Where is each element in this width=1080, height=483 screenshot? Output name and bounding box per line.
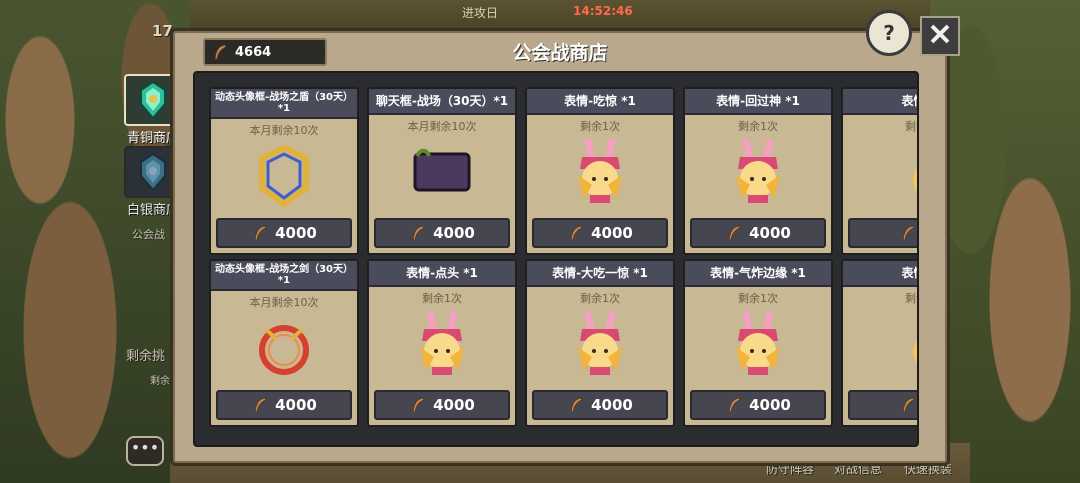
shop-item-card[interactable]: 表情-吃惊 *1 剩余1次 4000	[525, 87, 675, 255]
item-remaining: 本月剩余10次	[407, 120, 477, 133]
feather-currency-icon	[899, 224, 917, 242]
emote-recover-icon	[685, 134, 831, 210]
item-price-button[interactable]: 4	[848, 390, 917, 420]
item-price: 4000	[749, 396, 791, 414]
item-price-button[interactable]: 4000	[216, 390, 352, 420]
shop-item-card[interactable]: 表情-大吃一惊 *1 剩余1次 4000	[525, 259, 675, 427]
item-price: 4000	[433, 396, 475, 414]
emote-shocked-icon	[527, 306, 673, 382]
remaining-challenges-label: 剩余挑	[126, 349, 166, 364]
item-price-button[interactable]: 4000	[374, 390, 510, 420]
shop-item-card[interactable]: 表情- 剩余 4	[841, 87, 917, 255]
item-price-button[interactable]: 4000	[690, 218, 826, 248]
close-button[interactable]	[920, 16, 960, 56]
item-title: 表情-点头 *1	[369, 261, 515, 287]
item-price: 4000	[433, 224, 475, 242]
item-remaining: 剩余	[905, 292, 917, 305]
item-grid-area[interactable]: 动态头像框-战场之盾（30天）*1 本月剩余10次 4000 聊天框-战场（30天）*…	[193, 71, 919, 447]
feather-currency-icon	[725, 224, 743, 242]
feather-currency-icon	[899, 396, 917, 414]
emote-nod-icon	[369, 306, 515, 382]
emote-angry-icon	[685, 306, 831, 382]
item-title: 表情-大吃一惊 *1	[527, 261, 673, 287]
item-remaining: 剩余1次	[580, 292, 620, 305]
background-right-terrain	[930, 0, 1080, 483]
feather-currency-icon	[725, 396, 743, 414]
item-remaining: 剩余1次	[422, 292, 462, 305]
feather-currency-icon	[409, 224, 427, 242]
item-price-button[interactable]: 4000	[690, 390, 826, 420]
chat-frame-icon	[369, 134, 515, 210]
item-title: 表情-回过神 *1	[685, 89, 831, 115]
shop-panel: 4664 公会战商店 动态头像框-战场之盾（30天）*1 本月剩余10次 4000 聊…	[170, 28, 950, 466]
emote-partial-icon	[843, 134, 917, 210]
shop-item-card[interactable]: 动态头像框-战场之盾（30天）*1 本月剩余10次 4000	[209, 87, 359, 255]
item-price: 4000	[275, 224, 317, 242]
item-price-button[interactable]: 4000	[532, 390, 668, 420]
remaining-partial-label: 剩余	[150, 376, 170, 387]
item-remaining: 剩余	[905, 120, 917, 133]
guild-war-label: 公会战	[132, 228, 165, 241]
feather-currency-icon	[251, 224, 269, 242]
item-price-button[interactable]: 4000	[216, 218, 352, 248]
item-title: 表情-	[843, 89, 917, 115]
item-remaining: 剩余1次	[738, 120, 778, 133]
chat-icon[interactable]: •••	[126, 436, 164, 466]
feather-currency-icon	[567, 224, 585, 242]
shop-item-card[interactable]: 表情-气炸边缘 *1 剩余1次 4000	[683, 259, 833, 427]
shop-item-card[interactable]: 表情- 剩余 4	[841, 259, 917, 427]
shield-frame-icon	[211, 138, 357, 214]
shop-item-card[interactable]: 聊天框-战场（30天）*1 本月剩余10次 4000	[367, 87, 517, 255]
item-price: 4000	[749, 224, 791, 242]
item-title: 表情-吃惊 *1	[527, 89, 673, 115]
item-price-button[interactable]: 4000	[532, 218, 668, 248]
shop-title: 公会战商店	[512, 42, 608, 64]
help-icon: ?	[883, 21, 895, 45]
item-remaining: 剩余1次	[580, 120, 620, 133]
item-price: 4000	[591, 224, 633, 242]
item-price-button[interactable]: 4000	[374, 218, 510, 248]
item-title: 动态头像框-战场之剑（30天）*1	[211, 261, 357, 291]
phase-label: 进攻日	[462, 6, 499, 20]
item-remaining: 剩余1次	[738, 292, 778, 305]
item-title: 表情-	[843, 261, 917, 287]
feather-currency-icon	[409, 396, 427, 414]
item-title: 动态头像框-战场之盾（30天）*1	[211, 89, 357, 119]
item-price: 4000	[275, 396, 317, 414]
feather-currency-icon	[251, 396, 269, 414]
background-top-strip	[190, 0, 930, 30]
sword-frame-icon	[211, 310, 357, 386]
shop-item-card[interactable]: 动态头像框-战场之剑（30天）*1 本月剩余10次 4000	[209, 259, 359, 427]
emote-partial-icon	[843, 306, 917, 382]
item-remaining: 本月剩余10次	[249, 296, 319, 309]
help-button[interactable]: ?	[866, 10, 912, 56]
shop-item-card[interactable]: 表情-点头 *1 剩余1次 4000	[367, 259, 517, 427]
item-remaining: 本月剩余10次	[249, 124, 319, 137]
item-price-button[interactable]: 4	[848, 218, 917, 248]
item-title: 表情-气炸边缘 *1	[685, 261, 831, 287]
shop-item-card[interactable]: 表情-回过神 *1 剩余1次 4000	[683, 87, 833, 255]
item-title: 聊天框-战场（30天）*1	[369, 89, 515, 115]
countdown-clock: 14:52:46	[573, 4, 633, 18]
close-icon	[928, 22, 952, 50]
emote-surprised-icon	[527, 134, 673, 210]
feather-currency-icon	[567, 396, 585, 414]
item-price: 4000	[591, 396, 633, 414]
